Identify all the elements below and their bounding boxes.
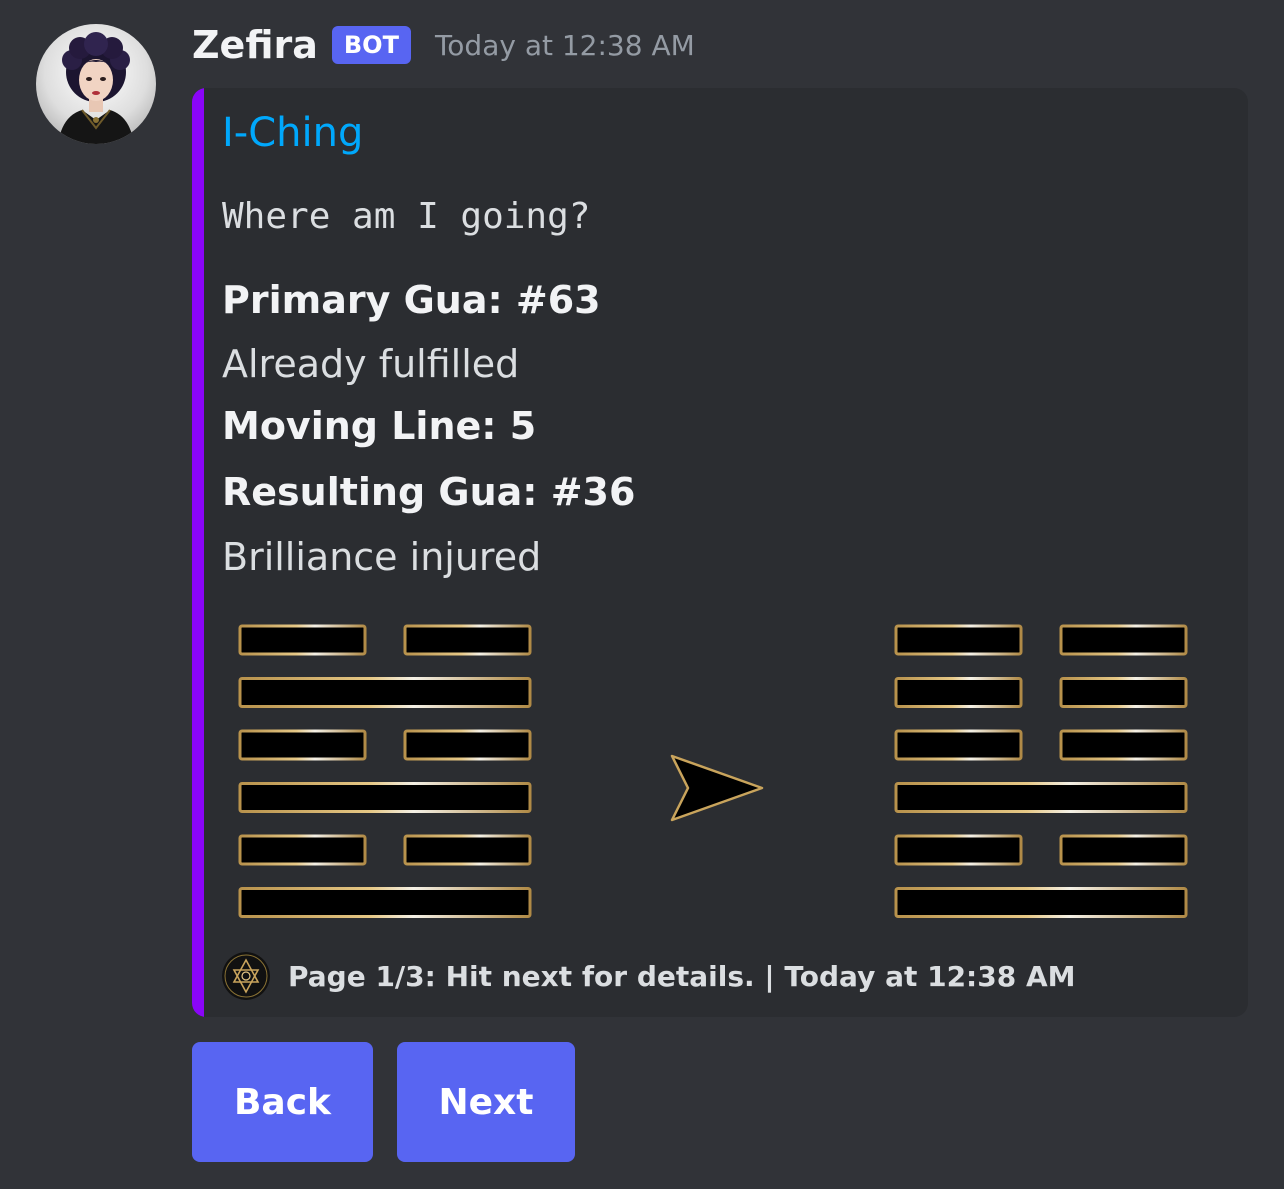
hexagram-broken-line-left — [894, 624, 1023, 656]
hexagram-broken-line-right — [1059, 834, 1188, 866]
hexagram-broken-line-right — [403, 624, 532, 656]
hexagram-solid-line — [238, 887, 532, 918]
hexagram-image[interactable] — [222, 608, 1222, 928]
primary-gua-label: Primary Gua: #63 — [222, 278, 601, 322]
message-header: Zefira BOT Today at 12:38 AM — [192, 18, 695, 72]
moving-line-label: Moving Line: 5 — [222, 404, 537, 448]
next-button[interactable]: Next — [397, 1042, 575, 1162]
hexagram-solid-line — [894, 782, 1188, 813]
unicursal-hexagram-icon — [222, 952, 270, 1000]
avatar[interactable] — [36, 24, 156, 144]
hexagram-broken-line-right — [1059, 624, 1188, 656]
embed-accent-bar — [192, 88, 204, 1017]
hexagram-broken-line-left — [894, 834, 1023, 866]
back-button[interactable]: Back — [192, 1042, 373, 1162]
bot-badge: BOT — [331, 26, 411, 64]
embed-title[interactable]: I-Ching — [222, 110, 363, 156]
resulting-gua-label: Resulting Gua: #36 — [222, 470, 636, 514]
hexagram-broken-line-left — [238, 729, 367, 761]
footer-text: Page 1/3: Hit next for details. | Today … — [288, 959, 1076, 993]
hexagram-broken-line-right — [1059, 729, 1188, 761]
hexagram-broken-line-left — [238, 834, 367, 866]
hexagram-broken-line-left — [238, 624, 367, 656]
embed-footer: Page 1/3: Hit next for details. | Today … — [222, 952, 1076, 1000]
hexagram-solid-line — [894, 887, 1188, 918]
arrow-right-icon — [670, 754, 764, 822]
hexagram-broken-line-right — [1059, 677, 1188, 708]
embed-question: Where am I going? — [222, 196, 591, 237]
hexagram-solid-line — [238, 677, 532, 708]
primary-hexagram — [238, 624, 532, 918]
hexagram-broken-line-left — [894, 729, 1023, 761]
hexagram-broken-line-right — [403, 834, 532, 866]
primary-gua-value: Already fulfilled — [222, 342, 520, 386]
resulting-gua-value: Brilliance injured — [222, 535, 542, 579]
embed-card: I-Ching Where am I going? Primary Gua: #… — [192, 88, 1248, 1017]
resulting-hexagram — [894, 624, 1188, 918]
avatar-portrait-icon — [58, 32, 134, 144]
hexagram-broken-line-left — [894, 677, 1023, 708]
message-timestamp[interactable]: Today at 12:38 AM — [435, 29, 695, 62]
username[interactable]: Zefira — [192, 23, 318, 67]
hexagram-solid-line — [238, 782, 532, 813]
chat-message: Zefira BOT Today at 12:38 AM I-Ching Whe… — [0, 0, 1284, 1189]
hexagram-broken-line-right — [403, 729, 532, 761]
